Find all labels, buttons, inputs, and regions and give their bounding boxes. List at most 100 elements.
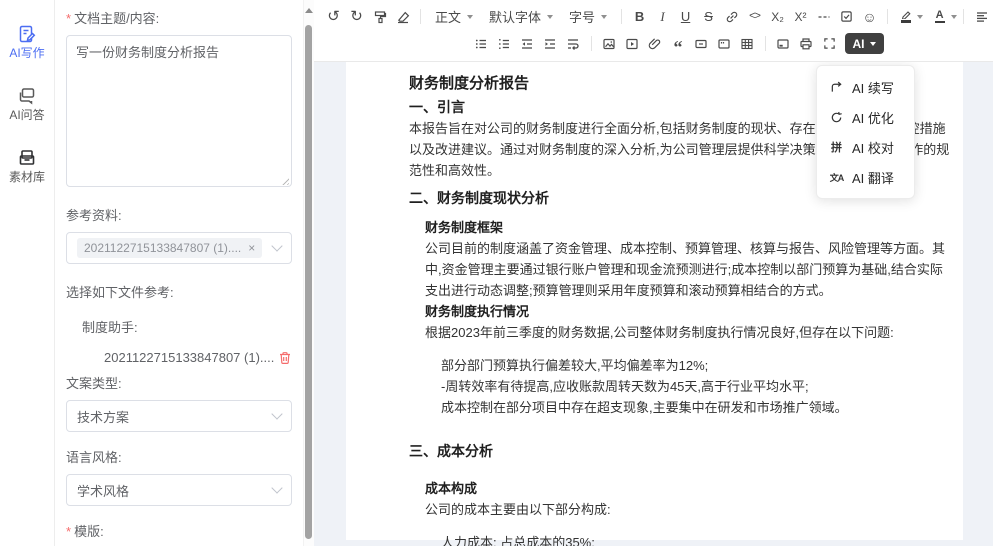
undo-button[interactable]: ↺: [323, 6, 344, 28]
superscript-button[interactable]: X²: [790, 6, 811, 28]
toolbar-row-2: “ AI: [344, 30, 993, 57]
align-button[interactable]: [971, 6, 992, 28]
ai-continue-icon: [829, 81, 844, 94]
scrollbar-thumb[interactable]: [305, 25, 312, 539]
doc-paragraph: 根据2023年前三季度的财务数据,公司整体财务制度执行情况良好,但存在以下问题:: [425, 322, 951, 343]
toolbar-separator: [887, 9, 888, 24]
print-icon: [799, 37, 813, 51]
doc-heading: 三、成本分析: [409, 440, 951, 462]
divider-button[interactable]: [691, 33, 712, 55]
font-family-select[interactable]: 默认字体: [489, 7, 553, 26]
menu-item-label: AI 校对: [852, 138, 894, 157]
copy-type-value: 技术方案: [77, 407, 273, 426]
topic-input[interactable]: 写一份财务制度分析报告: [66, 35, 292, 187]
language-style-value: 学术风格: [77, 481, 273, 500]
fullscreen-button[interactable]: [819, 33, 840, 55]
font-color-button[interactable]: A: [929, 6, 950, 28]
doc-paragraph: 公司的成本主要由以下部分构成:: [425, 499, 951, 520]
ordered-list-icon: [497, 37, 511, 51]
todo-checkbox-button[interactable]: [836, 6, 857, 28]
horizontal-rule-button[interactable]: [813, 6, 834, 28]
menu-item-ai-continue[interactable]: AI 续写: [817, 72, 914, 102]
underline-button[interactable]: U: [675, 6, 696, 28]
paperclip-icon: [648, 37, 662, 51]
doc-list-item: -周转效率有待提高,应收账款周转天数为45天,高于行业平均水平;: [441, 376, 951, 397]
image-icon: [602, 37, 616, 51]
strikethrough-button[interactable]: S: [698, 6, 719, 28]
doc-paragraph: 公司目前的制度涵盖了资金管理、成本控制、预算管理、核算与报告、风险管理等方面。其…: [425, 238, 951, 301]
eraser-icon: [396, 10, 410, 24]
color-bar: [935, 21, 945, 24]
blockquote-button[interactable]: “: [668, 29, 689, 58]
clear-format-button[interactable]: [392, 6, 413, 28]
font-family-value: 默认字体: [489, 7, 541, 26]
nav-item-ai-qa[interactable]: AI问答: [9, 86, 44, 121]
text-wrap-icon: [566, 37, 580, 51]
editor-area: ↺ ↻ 正文 默认字体 字号 B I U S <> X₂ X² ☺: [314, 0, 993, 546]
nav-item-ai-writing[interactable]: AI写作: [9, 24, 44, 59]
nav-item-material-library[interactable]: 素材库: [9, 148, 45, 183]
text-wrap-button[interactable]: [563, 33, 584, 55]
scroll-up-arrow-icon[interactable]: [305, 4, 313, 13]
file-section-label: 选择如下文件参考:: [66, 282, 292, 301]
inline-code-icon: <>: [749, 11, 760, 22]
inline-code-button[interactable]: <>: [744, 6, 765, 28]
highlight-color-button[interactable]: [895, 6, 916, 28]
copy-type-select[interactable]: 技术方案: [66, 400, 292, 432]
delete-file-button[interactable]: [278, 351, 292, 365]
chevron-down-icon: [601, 15, 607, 22]
chevron-down-icon: [917, 15, 923, 22]
italic-button[interactable]: I: [652, 6, 673, 28]
reference-tag-chip[interactable]: 2021122715133847807 (1).... ×: [77, 238, 262, 258]
toolbar-separator: [420, 9, 421, 24]
subscript-button[interactable]: X₂: [767, 6, 788, 28]
ai-translate-icon: 文A: [829, 171, 844, 184]
font-size-value: 字号: [569, 7, 595, 26]
insert-table-button[interactable]: [737, 33, 758, 55]
outdent-button[interactable]: [517, 33, 538, 55]
format-painter-button[interactable]: [369, 6, 390, 28]
doc-subheading: 财务制度框架: [425, 217, 951, 238]
doc-list-item: 部分部门预算执行偏差较大,平均偏差率为12%;: [441, 355, 951, 376]
toolbar-separator: [963, 9, 964, 24]
font-color-icon: A: [936, 10, 944, 20]
horizontal-rule-icon: [817, 10, 831, 24]
print-button[interactable]: [796, 33, 817, 55]
ai-qa-icon: [17, 86, 37, 106]
menu-item-ai-proofread[interactable]: 拼 AI 校对: [817, 132, 914, 162]
page-layout-button[interactable]: [773, 33, 794, 55]
chevron-down-icon: [271, 240, 282, 251]
bullet-list-icon: [474, 37, 488, 51]
menu-item-ai-translate[interactable]: 文A AI 翻译: [817, 162, 914, 192]
insert-video-button[interactable]: [622, 33, 643, 55]
indent-icon: [543, 37, 557, 51]
indent-button[interactable]: [540, 33, 561, 55]
color-bar: [901, 20, 911, 23]
left-nav-rail: AI写作 AI问答 素材库: [0, 0, 55, 546]
ai-tools-button[interactable]: AI: [845, 33, 884, 54]
menu-item-ai-optimize[interactable]: AI 优化: [817, 102, 914, 132]
code-block-button[interactable]: [714, 33, 735, 55]
ai-tools-menu: AI 续写 AI 优化 拼 AI 校对 文A AI 翻译: [816, 65, 915, 199]
nav-item-label: 素材库: [9, 171, 45, 183]
format-painter-icon: [373, 10, 387, 24]
nav-item-label: AI写作: [9, 47, 44, 59]
insert-image-button[interactable]: [599, 33, 620, 55]
bullet-list-button[interactable]: [471, 33, 492, 55]
attachment-button[interactable]: [645, 33, 666, 55]
reference-select[interactable]: 2021122715133847807 (1).... ×: [66, 232, 292, 264]
doc-subheading: 成本构成: [425, 478, 951, 499]
toolbar-separator: [765, 36, 766, 51]
undo-icon: ↺: [327, 9, 340, 24]
redo-button[interactable]: ↻: [346, 6, 367, 28]
ordered-list-button[interactable]: [494, 33, 515, 55]
paragraph-style-select[interactable]: 正文: [435, 7, 473, 26]
emoji-icon: ☺: [862, 10, 876, 24]
link-button[interactable]: [721, 6, 742, 28]
emoji-button[interactable]: ☺: [859, 6, 880, 28]
font-size-select[interactable]: 字号: [569, 7, 607, 26]
close-icon[interactable]: ×: [248, 242, 255, 254]
language-style-select[interactable]: 学术风格: [66, 474, 292, 506]
bold-button[interactable]: B: [629, 6, 650, 28]
panel-scrollbar[interactable]: [303, 0, 314, 546]
